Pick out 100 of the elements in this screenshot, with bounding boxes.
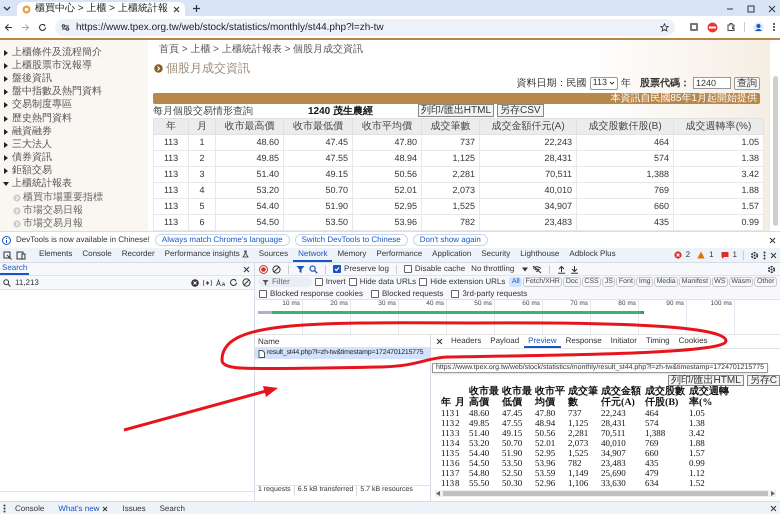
close-icon[interactable] — [102, 506, 108, 512]
close-icon[interactable] — [436, 338, 443, 345]
device-icon[interactable] — [16, 250, 26, 260]
address-field[interactable]: https://www.tpex.org.tw/web/stock/statistics/monthly/st44.php?l=zh-tw — [55, 18, 675, 36]
close-icon[interactable] — [768, 5, 776, 13]
devtools-tab[interactable]: Sources — [254, 248, 294, 262]
sidebar-item[interactable]: 盤中指數及熱門資料 — [12, 86, 102, 98]
export-button[interactable]: 另存CSV — [497, 104, 544, 117]
sidebar-item[interactable]: 櫃買市場重要指標 — [23, 192, 103, 204]
devtools-tab[interactable]: Lighthouse — [515, 248, 564, 262]
drawer-tab[interactable]: What's new — [53, 502, 114, 514]
checkbox[interactable] — [370, 290, 379, 298]
wifi-settings-icon[interactable] — [532, 264, 542, 274]
close-icon[interactable] — [769, 236, 776, 244]
clear-icon[interactable] — [242, 278, 251, 287]
detail-tab[interactable]: Cookies — [674, 335, 712, 348]
close-icon[interactable] — [770, 505, 777, 512]
site-settings-icon[interactable] — [61, 22, 70, 32]
devtools-tab[interactable]: Performance insights — [160, 248, 254, 262]
match-case-icon[interactable] — [216, 278, 225, 286]
triangle-right-icon[interactable] — [3, 155, 9, 162]
checkbox[interactable] — [259, 290, 267, 298]
devtools-tab[interactable]: Adblock Plus — [564, 248, 621, 262]
close-icon[interactable] — [243, 266, 250, 272]
query-button[interactable]: 查詢 — [734, 76, 760, 90]
scrollbar[interactable] — [772, 76, 778, 226]
sidebar-item[interactable]: 上櫃條件及流程簡介 — [12, 46, 102, 59]
extension-icon[interactable] — [689, 22, 699, 32]
scroll-left-icon[interactable] — [436, 491, 440, 496]
notice-button[interactable]: Always match Chrome's language — [154, 234, 290, 246]
checkbox[interactable] — [451, 290, 460, 298]
puzzle-icon[interactable] — [726, 22, 736, 32]
sidebar-item[interactable]: 上櫃統計報表 — [12, 178, 72, 190]
checkbox-label[interactable]: Hide data URLs — [360, 276, 416, 288]
detail-tab[interactable]: Initiator — [606, 335, 641, 348]
sidebar-item[interactable]: 鉅額交易 — [12, 165, 52, 178]
menu-icon[interactable] — [3, 504, 6, 513]
triangle-down-icon[interactable] — [3, 181, 9, 188]
year-select[interactable]: 113 — [590, 76, 618, 90]
back-icon[interactable] — [4, 22, 13, 32]
sidebar-item[interactable]: 盤後資訊 — [12, 72, 52, 85]
checkbox[interactable] — [404, 265, 412, 273]
checkbox[interactable] — [333, 265, 341, 273]
triangle-right-icon[interactable] — [3, 102, 9, 108]
triangle-right-icon[interactable] — [3, 168, 9, 174]
sidebar-item[interactable]: 市場交易日報 — [23, 204, 83, 217]
clear-icon[interactable] — [191, 278, 199, 286]
stock-code-field[interactable]: 1240 — [693, 77, 731, 89]
checkbox-label[interactable]: Preserve log — [344, 263, 389, 275]
sidebar-item[interactable]: 三大法人 — [12, 138, 52, 151]
triangle-right-icon[interactable] — [3, 128, 9, 135]
menu-icon[interactable] — [772, 22, 776, 32]
devtools-tab[interactable]: Security — [476, 248, 516, 262]
stop-sign-icon[interactable] — [707, 22, 718, 32]
devtools-tab[interactable]: Application — [427, 248, 476, 262]
checkbox[interactable] — [348, 278, 357, 286]
checkbox-label[interactable]: Hide extension URLs — [430, 276, 506, 288]
detail-tab[interactable]: Headers — [447, 335, 486, 348]
sidebar-item[interactable]: 融資融券 — [12, 126, 52, 138]
clear-icon[interactable] — [272, 264, 281, 274]
caret-down-icon[interactable] — [3, 4, 11, 12]
throttling-dropdown[interactable]: No throttling — [471, 263, 528, 275]
triangle-right-icon[interactable] — [3, 89, 9, 96]
maximize-icon[interactable] — [747, 5, 755, 13]
plus-icon[interactable] — [192, 4, 201, 13]
triangle-right-icon[interactable] — [3, 142, 9, 148]
detail-tab[interactable]: Preview — [524, 335, 561, 348]
detail-tab[interactable]: Response — [562, 335, 606, 348]
close-icon[interactable] — [173, 6, 180, 12]
avatar-icon[interactable] — [753, 22, 764, 32]
drawer-tab[interactable]: Search — [154, 502, 190, 514]
devtools-tab[interactable]: Memory — [332, 248, 372, 262]
devtools-tab[interactable]: Recorder — [116, 248, 160, 262]
export-button[interactable]: 另存C — [746, 375, 780, 386]
sidebar-item[interactable]: 市場交易月報 — [23, 218, 83, 230]
star-icon[interactable] — [660, 22, 669, 32]
browser-tab[interactable]: 櫃買中心 > 上櫃 > 上櫃統計報 — [17, 2, 185, 16]
triangle-right-icon[interactable] — [3, 50, 9, 56]
notice-button[interactable]: Don't show again — [412, 234, 488, 246]
devtools-tab[interactable]: Console — [77, 248, 117, 262]
checkbox-label[interactable]: 3rd-party requests — [462, 288, 528, 300]
refresh-icon[interactable] — [229, 278, 238, 287]
filter-field[interactable]: Filter — [258, 277, 312, 287]
upload-icon[interactable] — [557, 264, 566, 274]
sidebar-item[interactable]: 上櫃股票市況報導 — [12, 60, 92, 72]
menu-icon[interactable] — [763, 250, 766, 260]
checkbox-label[interactable]: Invert — [326, 276, 346, 288]
drawer-tab[interactable]: Issues — [117, 502, 151, 514]
record-icon[interactable] — [259, 264, 268, 274]
detail-tab[interactable]: Timing — [642, 335, 674, 348]
regex-icon[interactable] — [203, 278, 212, 286]
export-button[interactable]: 列印/匯出HTML — [418, 104, 494, 117]
checkbox-label[interactable]: Disable cache — [414, 263, 466, 275]
detail-tab[interactable]: Payload — [486, 335, 524, 348]
triangle-right-icon[interactable] — [3, 62, 9, 69]
devtools-tab[interactable]: Performance — [371, 248, 428, 262]
checkbox-label[interactable]: Blocked response cookies — [270, 288, 363, 300]
triangle-right-icon[interactable] — [3, 116, 9, 122]
search-field[interactable]: 11,213 — [0, 276, 254, 290]
triangle-right-icon[interactable] — [3, 76, 9, 82]
